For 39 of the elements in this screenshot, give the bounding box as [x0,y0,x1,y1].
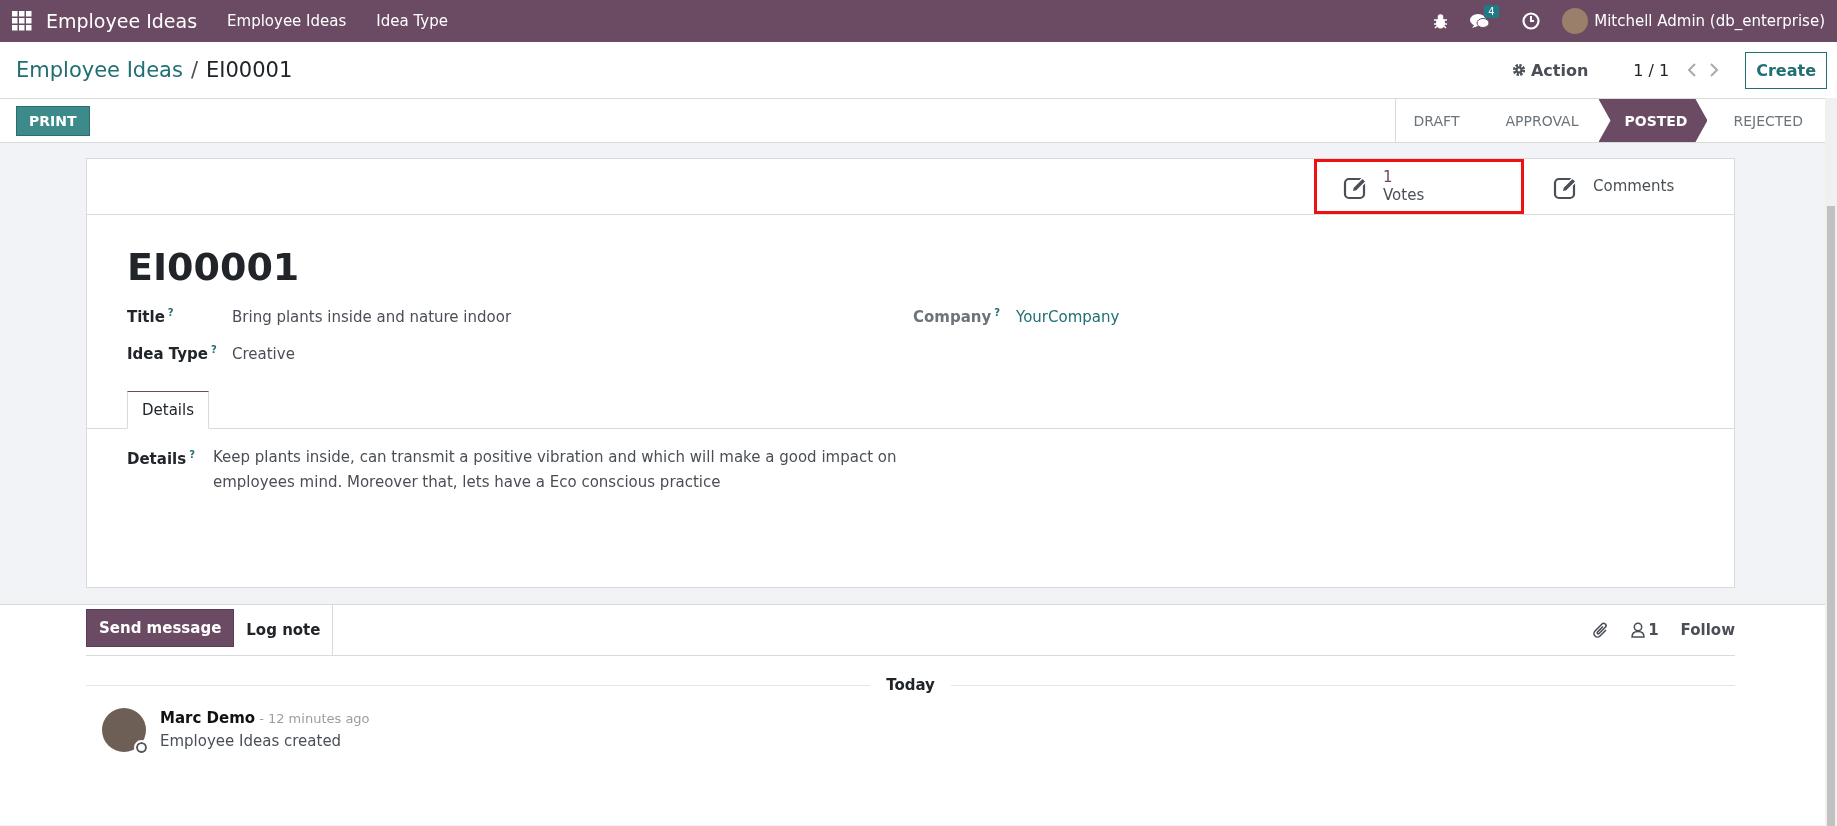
breadcrumb-separator: / [190,58,198,82]
record-name: EI00001 [127,245,301,289]
clock-icon[interactable] [1522,12,1541,30]
field-link[interactable]: YourCompany [1016,308,1120,326]
message-author: Marc Demo [160,709,256,727]
smart-button[interactable]: 1 Votes [1314,159,1524,214]
status-stage[interactable]: POSTED [1598,99,1708,142]
chatter-button[interactable]: Send message [86,609,235,647]
pager-value: 1 / 1 [1633,60,1670,80]
print-button[interactable]: PRINT [16,105,90,136]
field-label: Company $^{?}$ [913,307,1002,326]
gear-icon [1511,63,1526,77]
follow-link[interactable]: Follow [1680,621,1735,639]
breadcrumb-current: EI00001 [206,58,293,82]
action-menu[interactable]: Action [1511,60,1589,80]
field-label: Idea Type $^{?}$ [127,344,218,363]
field-label: Details $^{?}$ [127,449,196,470]
followers-button[interactable]: 1 [1631,621,1659,639]
field-value: Bring plants inside and nature indoor [232,308,512,326]
breadcrumb-link[interactable]: Employee Ideas [16,58,183,82]
menu-item[interactable]: Employee Ideas [227,12,347,30]
date-separator: Today [886,676,935,694]
field-label: Title $^{?}$ [127,307,175,326]
notebook-tab[interactable]: Details [127,391,209,429]
user-name[interactable]: Mitchell Admin (db_enterprise) [1594,12,1825,30]
scrollbar[interactable] [1825,98,1837,826]
apps-grid-icon[interactable] [12,11,32,31]
paperclip-icon[interactable] [1593,621,1610,639]
app-name[interactable]: Employee Ideas [46,10,198,32]
message-count-badge: 4 [1484,4,1499,18]
person-icon [1631,622,1646,638]
message-body: Employee Ideas created [160,732,343,750]
field-value: Creative [232,345,295,363]
status-icon [134,740,149,755]
bug-icon[interactable] [1433,13,1449,29]
field-value: Keep plants inside, can transmit a positive vibration and which will make a good impact on employees mind. Moreover that, lets have a Eco conscious practice [213,447,898,493]
message-time: - 12 minutes ago [259,711,370,726]
create-button[interactable]: Create [1745,51,1827,89]
menu-item[interactable]: Idea Type [376,12,448,30]
